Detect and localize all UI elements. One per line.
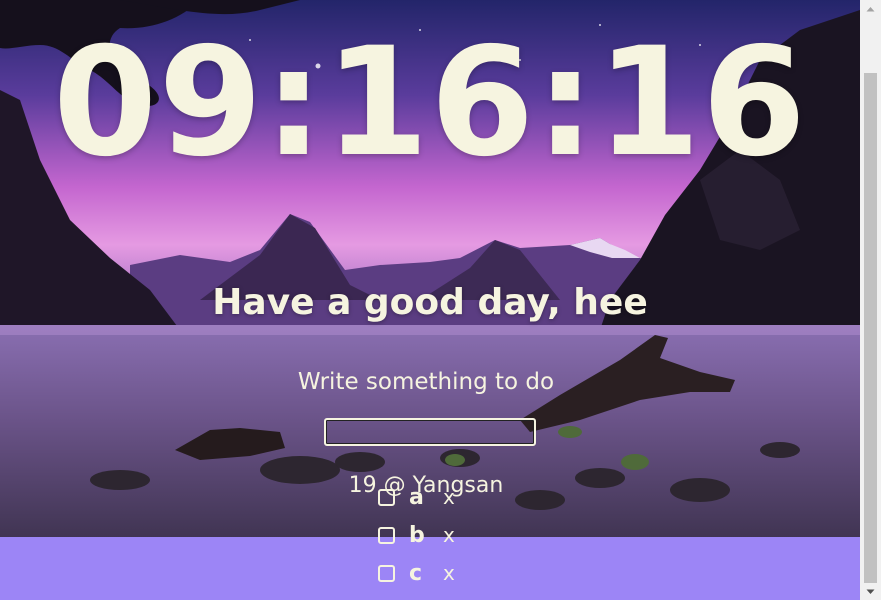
scrollbar-thumb[interactable] (864, 73, 877, 583)
list-item: c x (378, 554, 455, 592)
todo-text: b (409, 522, 425, 548)
todo-checkbox[interactable] (378, 526, 395, 544)
clock: 09:16:16 (52, 16, 808, 190)
todo-checkbox[interactable] (378, 564, 395, 582)
vertical-scrollbar[interactable] (860, 0, 881, 600)
todo-text: a (409, 484, 424, 510)
todo-list: a x b x c x (378, 478, 455, 592)
delete-todo-button[interactable]: x (443, 485, 455, 509)
greeting-text: Have a good day, hee (212, 282, 648, 323)
todo-text: c (409, 560, 423, 586)
scroll-down-button[interactable] (860, 583, 881, 600)
todo-prompt: Write something to do (297, 369, 555, 395)
arrow-up-icon (866, 6, 875, 11)
delete-todo-button[interactable]: x (443, 523, 455, 547)
todo-checkbox[interactable] (378, 488, 395, 506)
page-viewport: 09:16:16 Have a good day, hee Write some… (0, 0, 860, 600)
list-item: b x (378, 516, 455, 554)
arrow-down-icon (866, 589, 875, 594)
list-item: a x (378, 478, 455, 516)
todo-input[interactable] (324, 418, 536, 446)
delete-todo-button[interactable]: x (443, 561, 455, 585)
scroll-up-button[interactable] (860, 0, 881, 17)
